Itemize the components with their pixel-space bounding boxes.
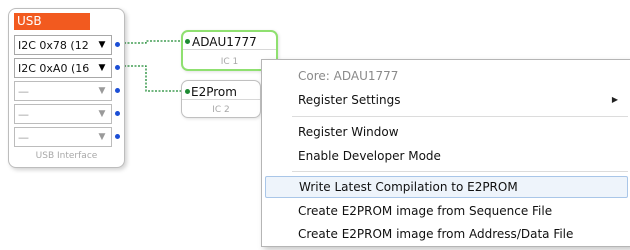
chevron-down-icon[interactable]: ▼ [96,61,108,75]
menu-item-register-settings-label: Register Settings [298,93,401,107]
usb-channel-3-select[interactable]: — ▼ [14,81,112,101]
chevron-down-icon[interactable]: ▼ [96,130,108,144]
usb-channel-1-pin[interactable] [115,42,120,47]
menu-separator [292,116,628,117]
usb-channel-2-label: I2C 0xA0 (16 [18,62,90,75]
usb-channel-5-label: — [18,131,29,144]
usb-interface-caption: USB Interface [35,151,98,161]
ic2-block[interactable]: E2Prom IC 2 [181,80,261,118]
menu-item-register-window[interactable]: Register Window [265,121,628,143]
usb-channel-5-pin[interactable] [115,134,120,139]
menu-item-create-e2prom-sequence[interactable]: Create E2PROM image from Sequence File [265,200,628,222]
usb-channel-4-select[interactable]: — ▼ [14,104,112,124]
ic2-name: E2Prom [182,84,260,100]
menu-item-register-settings[interactable]: Register Settings ▶ [265,89,628,111]
ic2-label: IC 2 [212,105,230,115]
wire-usb-to-ic2[interactable] [117,65,184,92]
submenu-arrow-icon: ▶ [611,95,618,104]
wire-usb-to-ic1[interactable] [117,40,184,44]
usb-channel-4-pin[interactable] [115,111,120,116]
context-menu: Core: ADAU1777 Register Settings ▶ Regis… [261,59,630,247]
menu-separator [292,171,628,172]
usb-channel-3-label: — [18,85,29,98]
usb-channel-5-select[interactable]: — ▼ [14,127,112,147]
usb-channel-2-pin[interactable] [115,65,120,70]
ic1-name: ADAU1777 [183,34,276,50]
usb-channel-2-select[interactable]: I2C 0xA0 (16 ▼ [14,58,112,78]
chevron-down-icon[interactable]: ▼ [96,38,108,52]
usb-channel-3-pin[interactable] [115,88,120,93]
usb-channel-1-label: I2C 0x78 (12 [18,39,89,52]
menu-header-core: Core: ADAU1777 [298,69,399,83]
menu-item-enable-developer-mode[interactable]: Enable Developer Mode [265,145,628,167]
usb-channel-1-select[interactable]: I2C 0x78 (12 ▼ [14,35,112,55]
chevron-down-icon[interactable]: ▼ [96,107,108,121]
usb-title: USB [14,13,90,30]
chevron-down-icon[interactable]: ▼ [96,84,108,98]
menu-item-write-latest-compilation[interactable]: Write Latest Compilation to E2PROM [265,176,628,198]
usb-interface-block[interactable]: USB I2C 0x78 (12 ▼ I2C 0xA0 (16 ▼ — ▼ — … [8,8,125,168]
usb-channel-4-label: — [18,108,29,121]
menu-item-create-e2prom-address-data[interactable]: Create E2PROM image from Address/Data Fi… [265,223,628,245]
